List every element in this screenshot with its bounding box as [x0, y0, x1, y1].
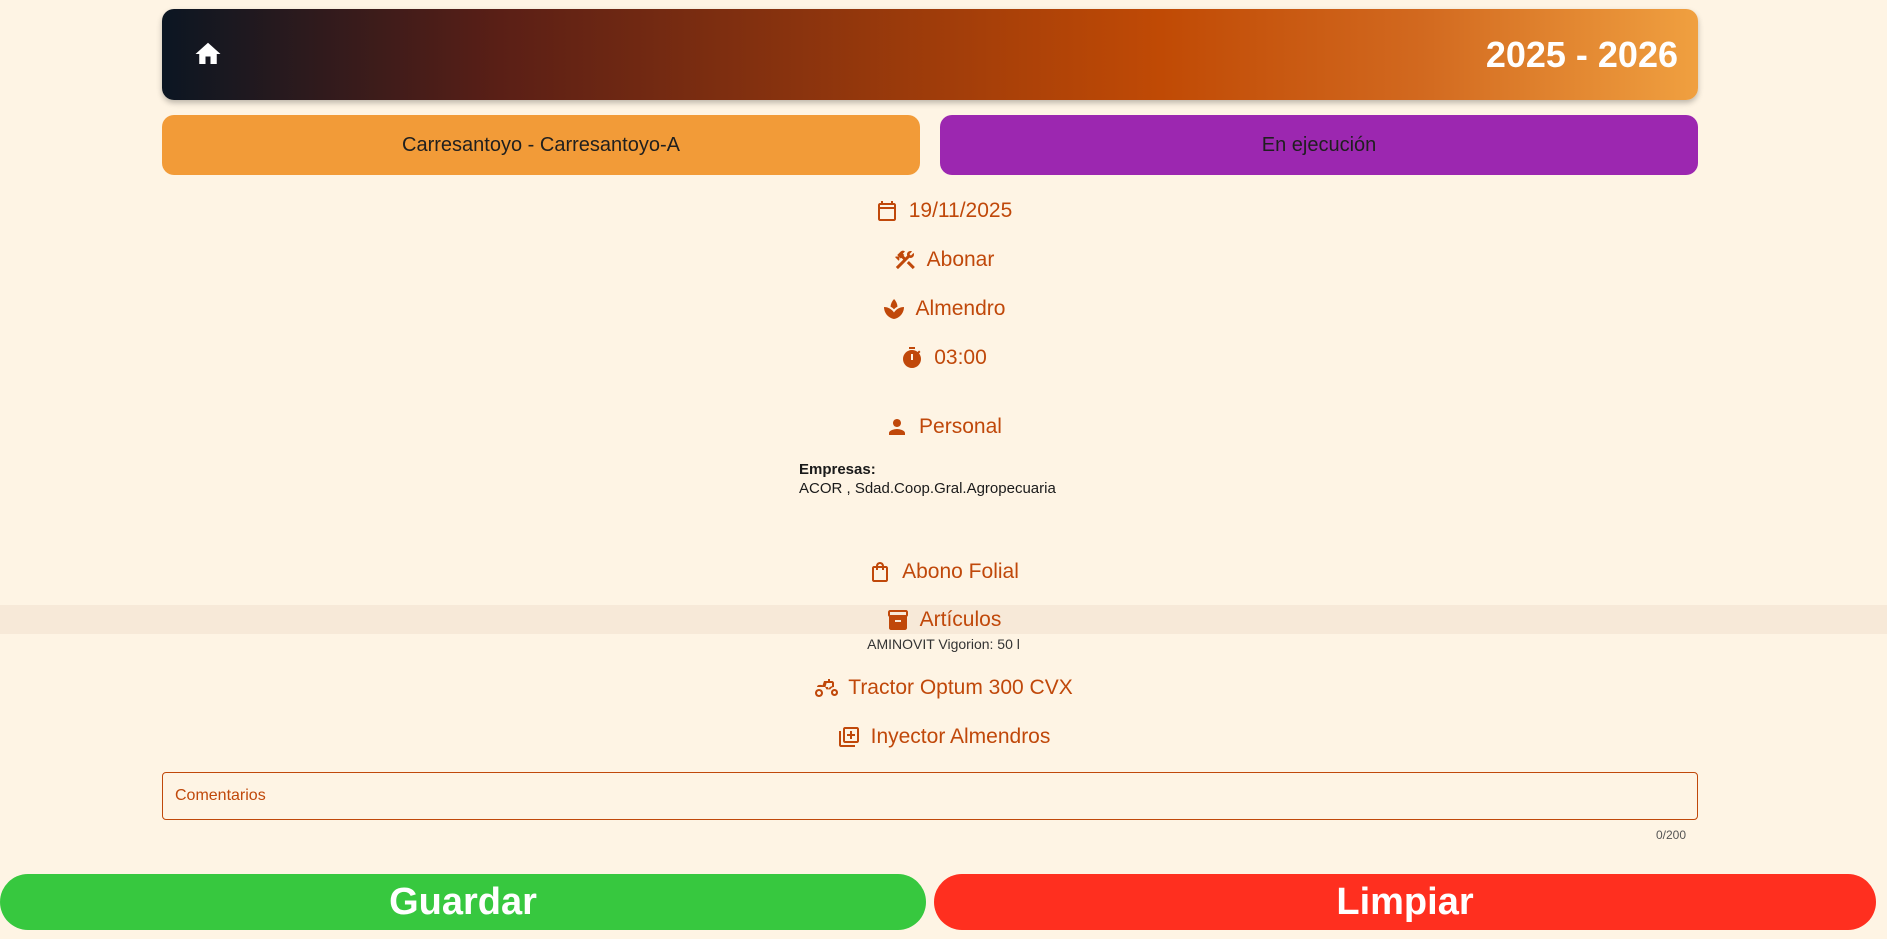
app-header: 2025 - 2026: [162, 9, 1698, 100]
home-icon: [195, 42, 221, 64]
empresas-value: ACOR , Sdad.Coop.Gral.Agropecuaria: [799, 480, 1056, 497]
season-label: 2025 - 2026: [1485, 34, 1678, 75]
crop-row[interactable]: Almendro: [0, 294, 1887, 324]
product-type-value: Abono Folial: [902, 560, 1019, 583]
timer-icon: [903, 347, 922, 368]
task-row[interactable]: Abonar: [0, 245, 1887, 275]
tools-icon: [894, 250, 915, 270]
tractor-icon: [815, 679, 839, 697]
save-button-label: Guardar: [389, 880, 537, 923]
personnel-value: Personal: [919, 415, 1002, 438]
crop-value: Almendro: [915, 297, 1006, 320]
machine-row[interactable]: Tractor Optum 300 CVX: [0, 673, 1887, 703]
calendar-icon: [877, 201, 896, 221]
save-button[interactable]: Guardar: [0, 874, 926, 930]
article-item: AMINOVIT Vigorion: 50 l: [867, 636, 1020, 652]
duration-row[interactable]: 03:00: [0, 343, 1887, 373]
status-label: En ejecución: [1261, 133, 1377, 156]
sprout-icon: [883, 299, 904, 319]
date-value: 19/11/2025: [908, 199, 1013, 222]
empresas-label: Empresas:: [799, 461, 876, 478]
clear-button-label: Limpiar: [1336, 880, 1474, 923]
product-type-row[interactable]: Abono Folial: [0, 557, 1887, 587]
archive-icon: [887, 609, 908, 630]
personnel-row[interactable]: Personal: [0, 412, 1887, 442]
implement-row[interactable]: Inyector Almendros: [0, 722, 1887, 752]
implement-value: Inyector Almendros: [870, 725, 1051, 748]
library-add-icon: [838, 727, 859, 747]
clear-button[interactable]: Limpiar: [934, 874, 1876, 930]
field-label: Carresantoyo - Carresantoyo-A: [402, 133, 680, 156]
bag-icon: [872, 562, 889, 582]
person-icon: [889, 419, 906, 435]
empresas-block: Empresas: ACOR , Sdad.Coop.Gral.Agropecu…: [799, 460, 1056, 498]
home-button[interactable]: [190, 37, 226, 71]
date-row[interactable]: 19/11/2025: [0, 196, 1887, 226]
articles-header[interactable]: Artículos: [0, 605, 1887, 634]
comments-input[interactable]: [162, 772, 1698, 820]
duration-value: 03:00: [934, 346, 987, 369]
task-value: Abonar: [926, 248, 995, 271]
comments-counter: 0/200: [1655, 828, 1686, 842]
machine-value: Tractor Optum 300 CVX: [848, 676, 1073, 699]
articles-label: Artículos: [919, 607, 1002, 631]
status-selector[interactable]: En ejecución: [940, 115, 1698, 175]
field-selector[interactable]: Carresantoyo - Carresantoyo-A: [162, 115, 920, 175]
